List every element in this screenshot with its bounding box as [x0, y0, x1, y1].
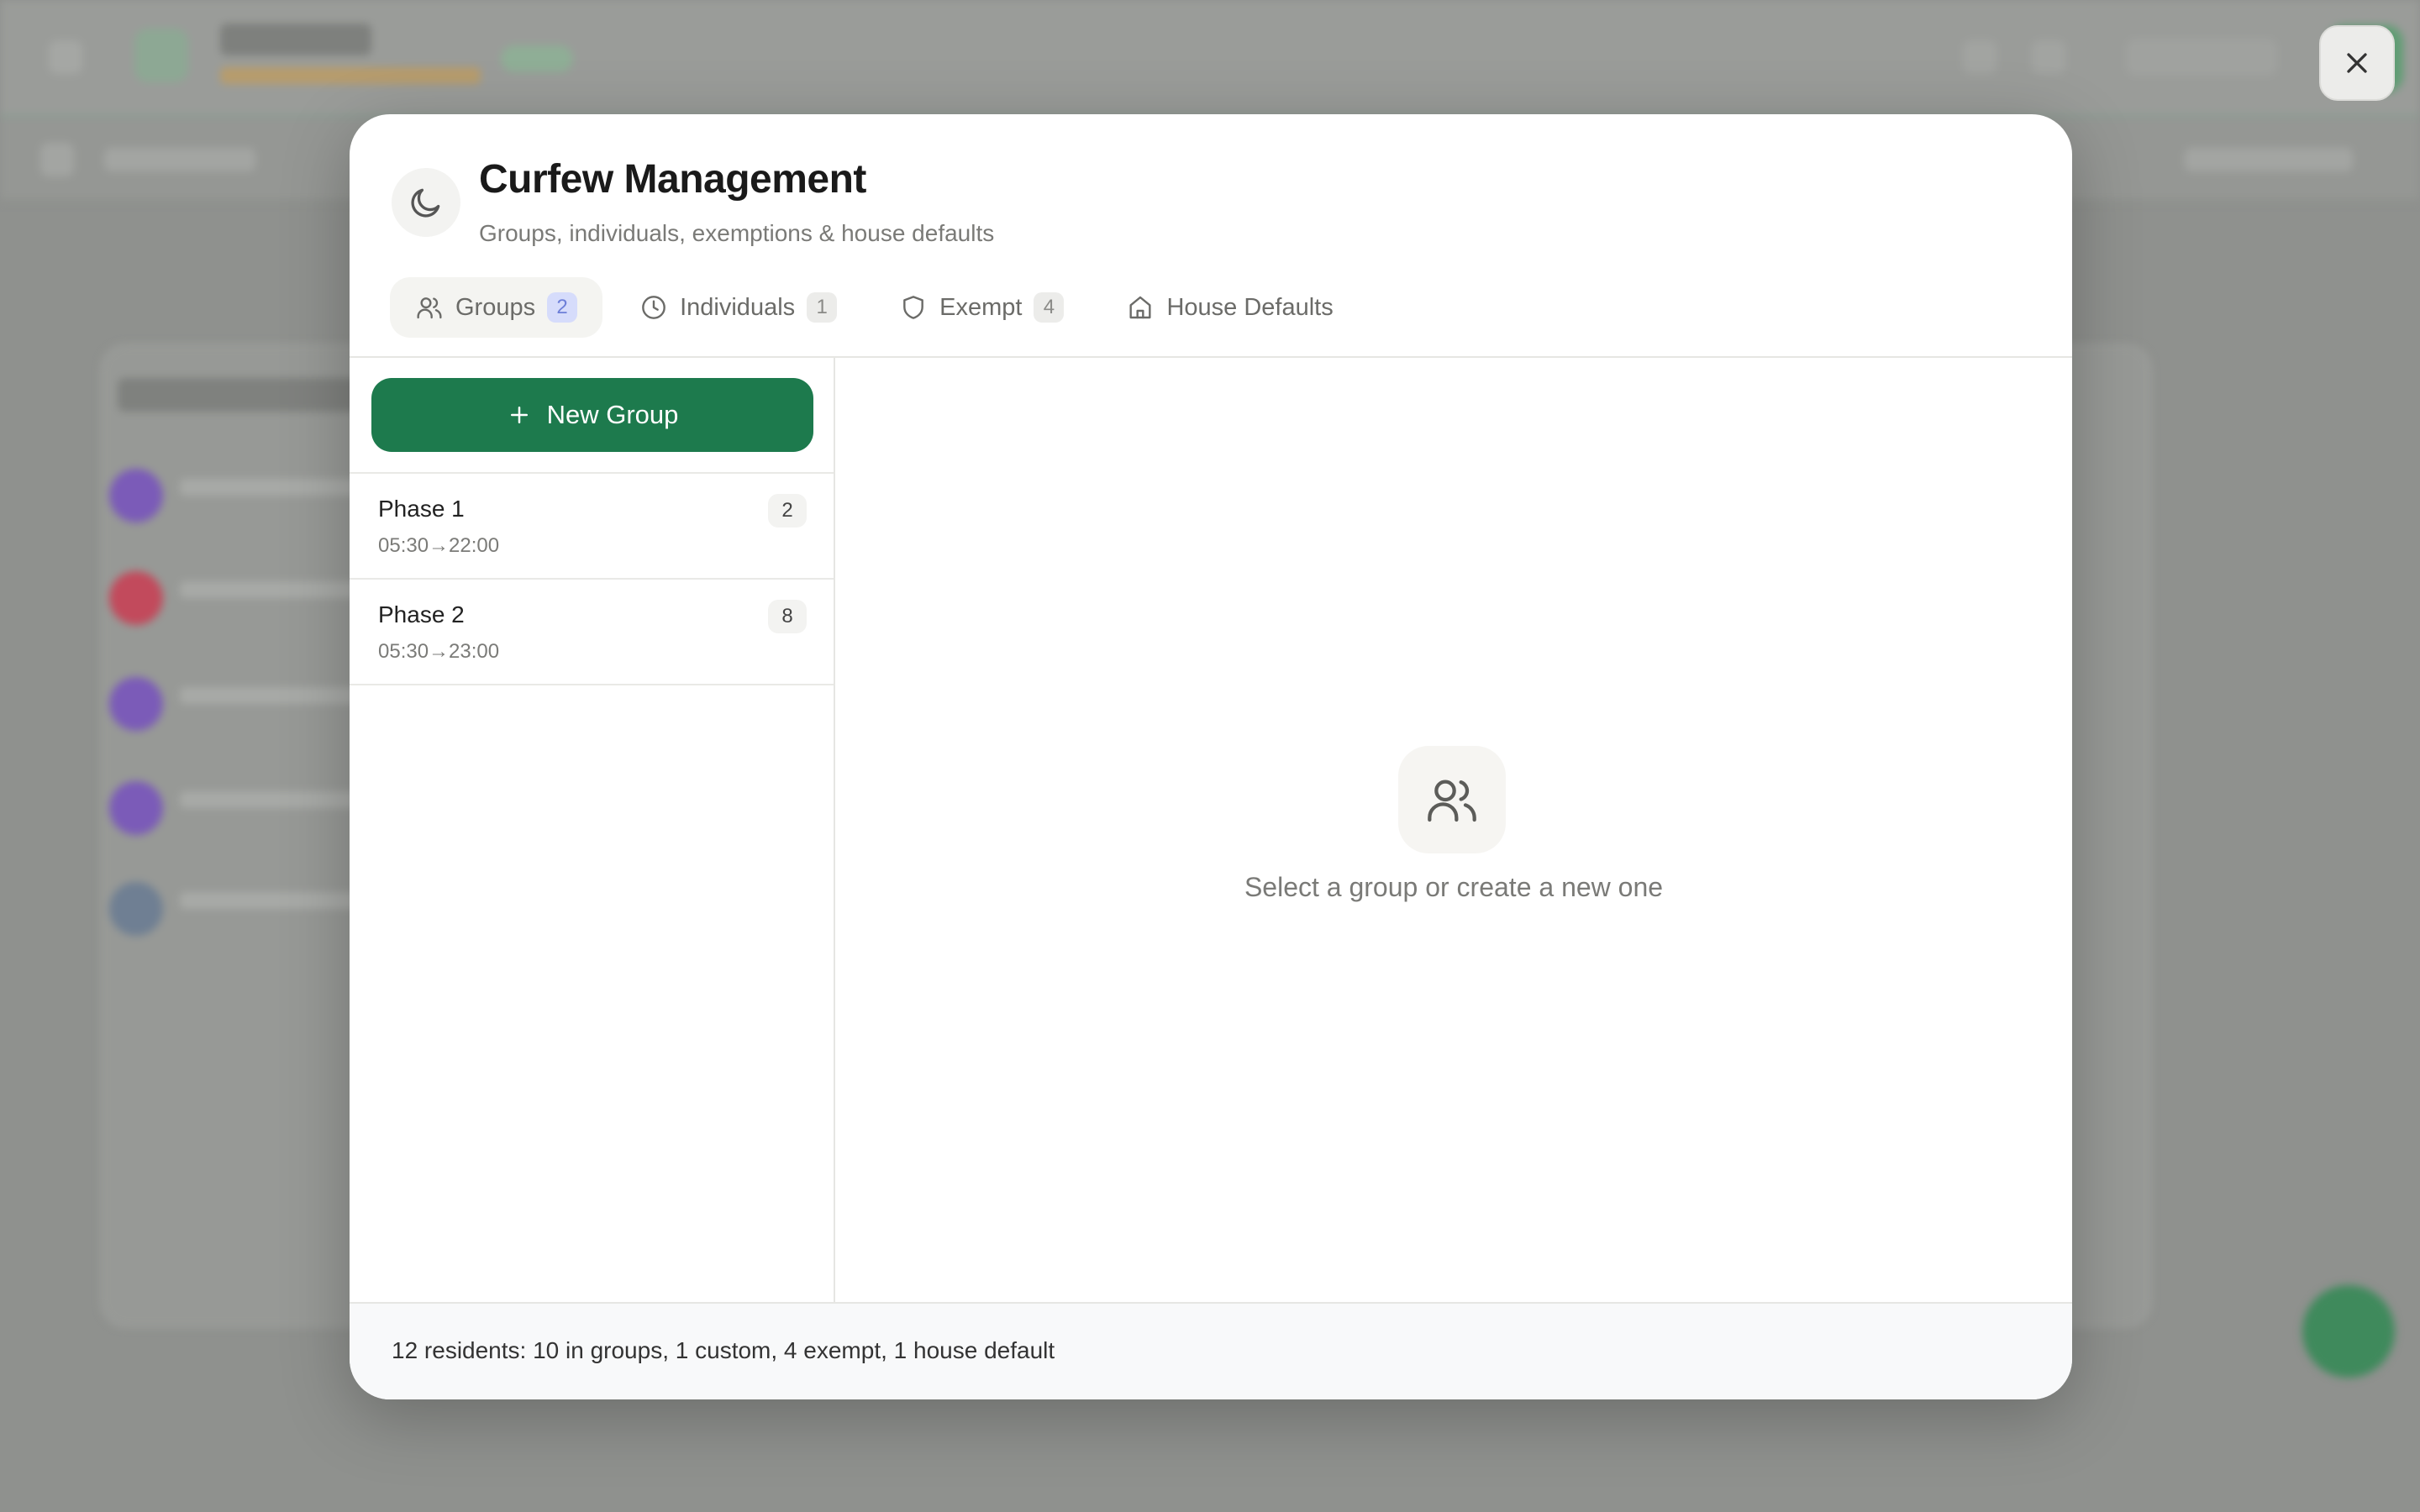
tab-count-badge: 2 [547, 292, 578, 323]
users-icon [415, 293, 444, 322]
tab-label: Groups [455, 293, 536, 321]
tab-bar: Groups 2 Individuals 1 Exempt 4 House De… [390, 277, 1359, 338]
clock-icon [639, 293, 668, 322]
tab-individuals[interactable]: Individuals 1 [614, 277, 862, 338]
tab-count-badge: 1 [807, 292, 838, 323]
group-member-count: 2 [768, 494, 807, 528]
tab-house-defaults[interactable]: House Defaults [1101, 277, 1358, 338]
tab-exempt[interactable]: Exempt 4 [874, 277, 1089, 338]
tab-label: Exempt [939, 293, 1023, 321]
bg-nav-label [2185, 148, 2353, 171]
bg-status-pill [501, 45, 573, 72]
bg-subtitle [220, 67, 481, 84]
close-button[interactable] [2319, 25, 2395, 101]
close-icon [2347, 53, 2367, 73]
moon-icon [411, 188, 440, 218]
bg-nav-label [104, 148, 255, 171]
tab-count-badge: 4 [1034, 292, 1065, 323]
bg-logo [134, 29, 188, 82]
group-name: Phase 1 [378, 496, 465, 522]
bg-title [220, 24, 371, 55]
plus-icon [507, 402, 532, 428]
modal-title: Curfew Management [479, 157, 866, 202]
modal-body: New Group Phase 1 05:30→22:00 2 Phase 2 … [350, 358, 2072, 1302]
tab-label: House Defaults [1166, 293, 1334, 321]
bg-nav-icon [40, 143, 74, 176]
curfew-modal: Curfew Management Groups, individuals, e… [350, 114, 2072, 1399]
tab-groups[interactable]: Groups 2 [390, 277, 603, 338]
bg-user-menu [2126, 39, 2277, 76]
group-detail-pane: Select a group or create a new one [835, 358, 2072, 1302]
empty-state-icon-box [1398, 746, 1506, 853]
bg-icon [1963, 40, 1996, 74]
group-item-phase-2[interactable]: Phase 2 05:30→23:00 8 [350, 580, 834, 685]
group-name: Phase 2 [378, 601, 465, 627]
bg-fab [2302, 1285, 2395, 1378]
modal-header: Curfew Management Groups, individuals, e… [350, 114, 2072, 358]
empty-state-text: Select a group or create a new one [1244, 872, 1664, 902]
users-icon [1428, 780, 1476, 822]
groups-pane: New Group Phase 1 05:30→22:00 2 Phase 2 … [350, 358, 835, 1302]
group-member-count: 8 [768, 600, 807, 633]
new-group-button[interactable]: New Group [371, 378, 813, 452]
tab-label: Individuals [680, 293, 796, 321]
group-time-range: 05:30→23:00 [378, 640, 500, 663]
moon-icon-box [392, 168, 460, 237]
group-item-phase-1[interactable]: Phase 1 05:30→22:00 2 [350, 474, 834, 580]
new-group-label: New Group [546, 400, 679, 429]
modal-subtitle: Groups, individuals, exemptions & house … [479, 220, 995, 246]
home-icon [1126, 293, 1155, 322]
bg-back-button [49, 40, 82, 74]
modal-footer: 12 residents: 10 in groups, 1 custom, 4 … [350, 1302, 2072, 1399]
bg-card-title [118, 378, 387, 412]
residents-summary: 12 residents: 10 in groups, 1 custom, 4 … [392, 1337, 1055, 1363]
groups-list: Phase 1 05:30→22:00 2 Phase 2 05:30→23:0… [350, 472, 834, 685]
bg-icon [2032, 40, 2065, 74]
group-time-range: 05:30→22:00 [378, 534, 500, 557]
shield-icon [899, 293, 928, 322]
